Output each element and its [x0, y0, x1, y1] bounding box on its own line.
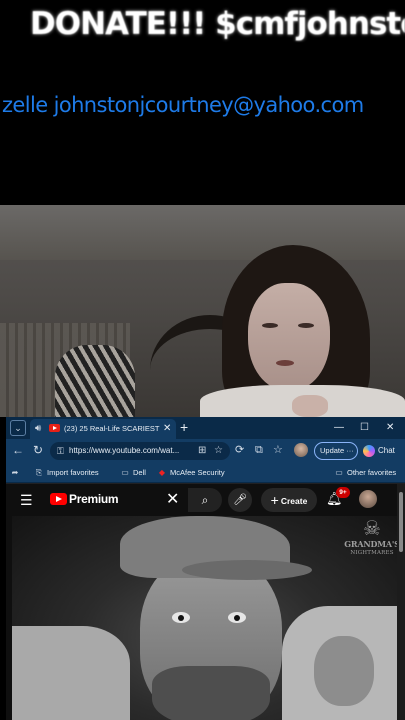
search-box[interactable]: ✕ ⌕ — [158, 488, 222, 512]
profile-avatar-icon[interactable] — [294, 443, 308, 457]
speaker-icon[interactable]: 🔊︎ — [35, 422, 41, 435]
minimize-button[interactable]: — — [334, 421, 344, 434]
webcam-eye-right — [298, 323, 314, 328]
bookmark-label: Import favorites — [47, 468, 99, 477]
video-player[interactable]: ☠ GRANDMA'S NIGHTMARES — [12, 516, 397, 720]
video-jacket-left — [12, 626, 130, 720]
address-bar[interactable]: ⚿ https://www.youtube.com/wat... ⊞ ☆ — [50, 442, 230, 460]
copilot-icon — [363, 445, 375, 457]
navigation-bar: ← ↻ ⚿ https://www.youtube.com/wat... ⊞ ☆… — [6, 439, 405, 463]
favorites-bar: ➦ ⎘ Import favorites ▭ Dell ◆ McAfee Securi… — [6, 463, 405, 483]
create-label: Create — [280, 496, 308, 506]
hamburger-menu-icon[interactable]: ☰ — [20, 492, 33, 508]
donation-banner: DONATE!!! $cmfjohnston zelle johnstonjco… — [0, 0, 405, 205]
webcam-feed — [0, 205, 405, 417]
refresh-icon[interactable]: ↻ — [33, 443, 43, 458]
tab-actions-menu[interactable]: ⌄ — [10, 420, 26, 436]
copilot-chat-button[interactable]: Chat — [363, 442, 403, 460]
tab-youtube[interactable]: 🔊︎ (23) 25 Real-Life SCARIEST GI ✕ — [30, 419, 176, 439]
microphone-icon[interactable]: 🎤︎ — [228, 488, 252, 512]
zelle-text: zelle johnstonjcourtney@yahoo.com — [2, 93, 364, 117]
video-man-beard — [152, 666, 270, 720]
tab-strip: ⌄ 🔊︎ (23) 25 Real-Life SCARIEST GI ✕ + —… — [6, 417, 405, 439]
youtube-header: ☰ Premium ✕ ⌕ 🎤︎ + Create 🔔︎ 9+ — [6, 484, 397, 516]
watermark-line1: GRANDMA'S — [344, 539, 397, 549]
maximize-button[interactable]: ☐ — [360, 421, 369, 434]
webcam-ceiling — [0, 205, 405, 260]
donate-text: DONATE!!! $cmfjohnston — [30, 6, 405, 42]
mcafee-icon: ◆ — [158, 468, 166, 477]
video-eye-left — [172, 612, 190, 623]
video-man-hand — [314, 636, 374, 706]
folder-icon: ▭ — [335, 468, 343, 477]
folder-icon: ▭ — [121, 468, 129, 477]
webcam-zebra-pillow — [55, 345, 135, 417]
site-info-icon[interactable]: ⚿ — [57, 444, 64, 458]
youtube-logo-icon[interactable] — [50, 493, 67, 505]
new-tab-button[interactable]: + — [180, 419, 188, 435]
webcam-person-hands — [292, 395, 328, 417]
search-icon[interactable]: ⌕ — [188, 488, 222, 512]
favorites-icon[interactable]: ☆ — [273, 443, 283, 458]
video-eye-right — [228, 612, 246, 623]
notification-badge: 9+ — [336, 487, 350, 498]
more-options-icon[interactable]: ··· — [346, 446, 354, 455]
scrollbar-thumb[interactable] — [399, 492, 403, 552]
back-arrow-icon[interactable]: ← — [12, 443, 24, 458]
close-window-button[interactable]: ✕ — [386, 421, 394, 434]
youtube-brand[interactable]: Premium — [69, 491, 119, 507]
watermark-line2: NIGHTMARES — [350, 550, 394, 556]
browser-window: ⌄ 🔊︎ (23) 25 Real-Life SCARIEST GI ✕ + —… — [6, 417, 405, 720]
youtube-favicon-icon — [49, 424, 60, 432]
favorite-star-icon[interactable]: ☆ — [214, 444, 223, 458]
video-cap-brim — [182, 560, 312, 580]
browser-refresh-icon[interactable]: ⟳ — [235, 443, 244, 458]
other-favorites-label: Other favorites — [347, 468, 397, 477]
chat-label: Chat — [378, 446, 395, 455]
skull-icon: ☠ — [363, 518, 381, 540]
search-clear-icon[interactable]: ✕ — [166, 490, 179, 510]
bookmark-dell[interactable]: ▭ Dell — [120, 467, 146, 479]
bookmark-label: Dell — [133, 468, 146, 477]
channel-watermark: ☠ GRANDMA'S NIGHTMARES — [342, 518, 397, 576]
address-url[interactable]: https://www.youtube.com/wat... — [69, 445, 184, 457]
webcam-mouth — [276, 360, 294, 366]
bookmark-import-favorites[interactable]: ⎘ Import favorites — [34, 467, 99, 479]
tab-title: (23) 25 Real-Life SCARIEST GI — [64, 424, 160, 433]
page-scrollbar[interactable] — [397, 484, 405, 720]
bookmark-mcafee[interactable]: ◆ McAfee Security — [157, 467, 225, 479]
webcam-person-face — [248, 283, 330, 391]
import-icon: ⎘ — [35, 468, 43, 477]
webcam-eye-left — [262, 323, 278, 328]
other-favorites[interactable]: ▭ Other favorites — [334, 467, 396, 479]
app-available-icon[interactable]: ⊞ — [198, 444, 206, 458]
create-button[interactable]: + Create — [261, 488, 317, 512]
tab-close-icon[interactable]: ✕ — [163, 422, 171, 435]
update-button[interactable]: Update ··· — [314, 442, 358, 460]
update-label: Update — [320, 446, 345, 455]
bookmark-label: McAfee Security — [170, 468, 225, 477]
split-screen-icon[interactable]: ⧉ — [255, 443, 263, 458]
youtube-page: ☰ Premium ✕ ⌕ 🎤︎ + Create 🔔︎ 9+ ☠ GRANDM… — [6, 484, 405, 720]
favorites-bar-arrow-icon[interactable]: ➦ — [10, 467, 23, 479]
youtube-avatar[interactable] — [359, 490, 377, 508]
